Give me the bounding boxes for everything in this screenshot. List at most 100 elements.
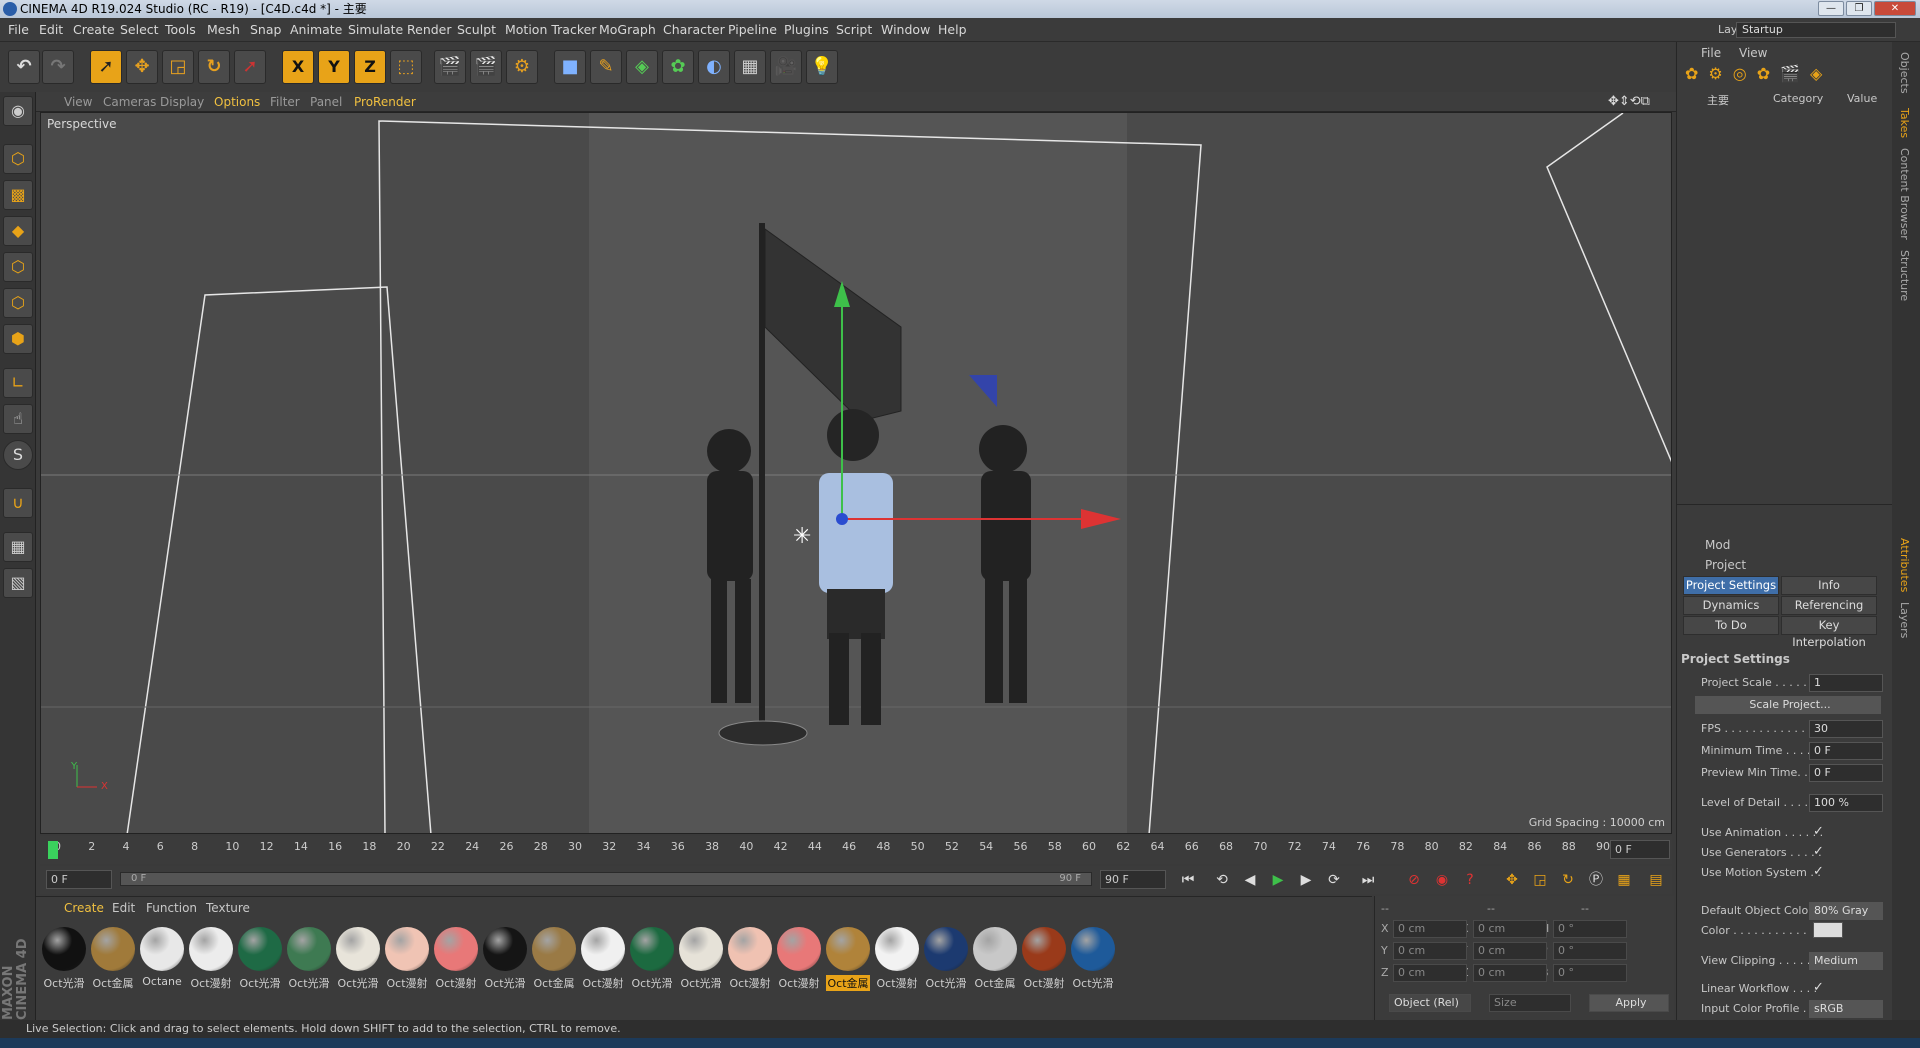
goto-end-icon[interactable]: ⏭ xyxy=(1356,868,1380,892)
use-generators-checkbox[interactable]: ✓ xyxy=(1813,844,1824,859)
cloner-icon[interactable]: ✿ xyxy=(662,50,694,84)
view-clipping-select[interactable]: Medium xyxy=(1809,952,1883,970)
menu-script[interactable]: Script xyxy=(836,18,872,42)
material-swatch[interactable]: Oct光滑 xyxy=(287,927,331,993)
vp-menu-display[interactable]: Display xyxy=(160,92,204,112)
vp-menu-view[interactable]: View xyxy=(64,92,92,112)
menu-animate[interactable]: Animate xyxy=(290,18,342,42)
frame-range-slider[interactable]: 0 F 90 F xyxy=(120,872,1092,886)
material-swatch[interactable]: Oct漫射 xyxy=(581,927,625,993)
y-axis-button[interactable]: Y xyxy=(318,50,350,84)
attributes-mode[interactable]: Mod xyxy=(1705,538,1730,552)
coord-position-field[interactable]: 0 cm xyxy=(1393,964,1467,982)
workplane-icon[interactable]: ◆ xyxy=(3,216,33,246)
solo-icon[interactable]: S xyxy=(3,440,33,470)
coord-rotation-field[interactable]: 0 ° xyxy=(1553,964,1627,982)
color-swatch[interactable] xyxy=(1813,922,1843,938)
coord-rotation-field[interactable]: 0 ° xyxy=(1553,920,1627,938)
menu-edit[interactable]: Edit xyxy=(39,18,63,42)
vp-menu-options[interactable]: Options xyxy=(214,92,260,112)
key-position-icon[interactable]: ✥ xyxy=(1500,868,1524,892)
redo-icon[interactable]: ↷ xyxy=(42,50,74,84)
input-color-profile-select[interactable]: sRGB xyxy=(1809,1000,1883,1018)
material-swatch[interactable]: Oct漫射 xyxy=(1022,927,1066,993)
playhead[interactable] xyxy=(48,841,58,859)
menu-mograph[interactable]: MoGraph xyxy=(599,18,656,42)
coord-position-field[interactable]: 0 cm xyxy=(1393,920,1467,938)
material-swatch[interactable]: Oct金属 xyxy=(826,927,870,993)
edges-mode-icon[interactable]: ⬡ xyxy=(3,288,33,318)
menu-window[interactable]: Window xyxy=(881,18,930,42)
magnet-icon[interactable]: ∪ xyxy=(3,488,33,518)
material-swatch[interactable]: Oct光滑 xyxy=(679,927,723,993)
close-button[interactable]: ✕ xyxy=(1874,1,1916,16)
material-swatch[interactable]: Oct金属 xyxy=(532,927,576,993)
snap-icon[interactable]: ▦ xyxy=(3,532,33,562)
menu-snap[interactable]: Snap xyxy=(250,18,281,42)
material-swatch[interactable]: Oct漫射 xyxy=(875,927,919,993)
material-swatch[interactable]: Oct漫射 xyxy=(777,927,821,993)
menu-motion-tracker[interactable]: Motion Tracker xyxy=(505,18,596,42)
preview-min-time-field[interactable]: 0 F xyxy=(1809,764,1883,782)
floor-icon[interactable]: ▦ xyxy=(734,50,766,84)
linear-workflow-checkbox[interactable]: ✓ xyxy=(1813,980,1824,995)
takes-toolbar-icons[interactable]: ✿⚙◎✿🎬◈ xyxy=(1685,64,1885,90)
side-tab-content-browser[interactable]: Content Browser xyxy=(1898,148,1911,240)
menu-pipeline[interactable]: Pipeline xyxy=(728,18,777,42)
prev-key-icon[interactable]: ⟲ xyxy=(1210,868,1234,892)
current-frame-field[interactable]: 0 F xyxy=(1610,840,1670,859)
side-tab-objects[interactable]: Objects xyxy=(1898,52,1911,94)
mat-menu-texture[interactable]: Texture xyxy=(206,901,250,915)
side-tab-structure[interactable]: Structure xyxy=(1898,250,1911,301)
menu-mesh[interactable]: Mesh xyxy=(207,18,240,42)
menu-plugins[interactable]: Plugins xyxy=(784,18,829,42)
material-swatch[interactable]: Oct金属 xyxy=(91,927,135,993)
camera-icon[interactable]: 🎥 xyxy=(770,50,802,84)
record-icon[interactable]: ⊘ xyxy=(1402,868,1426,892)
vp-menu-filter[interactable]: Filter xyxy=(270,92,300,112)
texture-mode-icon[interactable]: ▩ xyxy=(3,180,33,210)
mat-menu-edit[interactable]: Edit xyxy=(112,901,135,915)
coord-size-field[interactable]: 0 cm xyxy=(1473,920,1547,938)
live-selection-icon[interactable]: ➚ xyxy=(90,50,122,84)
end-frame-field[interactable]: 90 F xyxy=(1100,870,1166,889)
vp-menu-prorender[interactable]: ProRender xyxy=(354,92,416,112)
menu-render[interactable]: Render xyxy=(407,18,452,42)
side-tab-takes[interactable]: Takes xyxy=(1898,108,1911,138)
next-key-icon[interactable]: ⟳ xyxy=(1322,868,1346,892)
points-mode-icon[interactable]: ⬡ xyxy=(3,252,33,282)
axis-mode-icon[interactable]: ∟ xyxy=(3,368,33,398)
use-animation-checkbox[interactable]: ✓ xyxy=(1813,824,1824,839)
material-swatch[interactable]: Oct金属 xyxy=(973,927,1017,993)
coordinate-system-icon[interactable]: ⬚ xyxy=(390,50,422,84)
material-swatch[interactable]: Oct光滑 xyxy=(630,927,674,993)
coord-rotation-field[interactable]: 0 ° xyxy=(1553,942,1627,960)
menu-file[interactable]: File xyxy=(8,18,29,42)
minimum-time-field[interactable]: 0 F xyxy=(1809,742,1883,760)
material-swatch[interactable]: Oct光滑 xyxy=(483,927,527,993)
scale-icon[interactable]: ◲ xyxy=(162,50,194,84)
tab-referencing[interactable]: Referencing xyxy=(1781,596,1877,615)
coord-size-field[interactable]: 0 cm xyxy=(1473,964,1547,982)
layout-select[interactable]: Startup xyxy=(1736,22,1896,38)
fps-field[interactable]: 30 xyxy=(1809,720,1883,738)
material-swatch[interactable]: Oct光滑 xyxy=(1071,927,1115,993)
tab-dynamics[interactable]: Dynamics xyxy=(1683,596,1779,615)
objects-menu-view[interactable]: View xyxy=(1739,46,1767,60)
key-pla-icon[interactable]: ▦ xyxy=(1612,868,1636,892)
tab-to-do[interactable]: To Do xyxy=(1683,616,1779,635)
key-scale-icon[interactable]: ◲ xyxy=(1528,868,1552,892)
material-swatch[interactable]: Oct光滑 xyxy=(924,927,968,993)
subdivision-icon[interactable]: ◈ xyxy=(626,50,658,84)
tab-key-interpolation[interactable]: Key Interpolation xyxy=(1781,616,1877,649)
snap-settings-icon[interactable]: ▧ xyxy=(3,568,33,598)
menu-create[interactable]: Create xyxy=(73,18,115,42)
material-swatch[interactable]: Oct漫射 xyxy=(728,927,772,993)
play-icon[interactable]: ▶ xyxy=(1266,868,1290,892)
deformer-icon[interactable]: ◐ xyxy=(698,50,730,84)
tweak-mode-icon[interactable]: ☝ xyxy=(3,404,33,434)
render-view-icon[interactable]: 🎬 xyxy=(434,50,466,84)
z-axis-button[interactable]: Z xyxy=(354,50,386,84)
menu-simulate[interactable]: Simulate xyxy=(348,18,403,42)
render-picture-viewer-icon[interactable]: 🎬 xyxy=(470,50,502,84)
